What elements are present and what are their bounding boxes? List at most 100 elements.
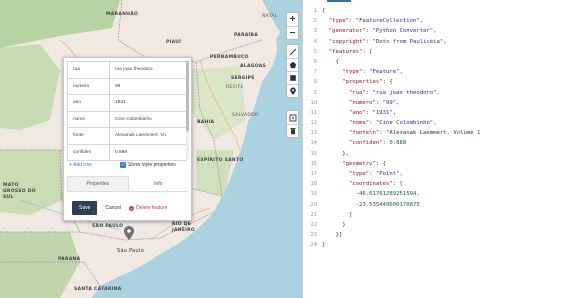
line-number: 21 <box>310 211 318 218</box>
property-key-field[interactable]: confiden <box>67 143 110 161</box>
table-row: ano 1931 <box>67 94 187 112</box>
table-row: fonte Alexanak Laemmert. Vo <box>67 127 187 145</box>
line-number: 11 <box>310 109 318 116</box>
add-row-link[interactable]: + Add row <box>69 162 91 168</box>
draw-line-icon[interactable] <box>287 45 298 58</box>
map-label-bahia: BAHIA <box>197 120 215 125</box>
code-line[interactable]: "ano": "1931", <box>322 108 579 118</box>
map-label-parana: PARANÁ <box>58 257 81 262</box>
code-line[interactable]: { <box>322 6 579 16</box>
line-number: 20 <box>310 201 318 208</box>
property-value-field[interactable]: 99 <box>109 77 187 95</box>
table-row: numero 99 <box>67 77 187 95</box>
property-key-field[interactable]: fonte <box>67 127 110 145</box>
popup-scrollbar-thumb[interactable] <box>186 61 189 131</box>
line-number-gutter: 1 2 3 4 5 6 7 8 9 10 11 12 13 14 15 16 17 18 19 20 21 22 23 24 <box>303 6 318 251</box>
code-line[interactable]: { <box>322 57 579 67</box>
checkbox-checked-icon[interactable]: ✓ <box>120 162 126 168</box>
code-line[interactable]: "properties": { <box>322 77 579 87</box>
code-line[interactable]: "confiden": 0.888 <box>322 138 579 148</box>
property-key-field[interactable]: ano <box>67 94 110 112</box>
show-style-label: Show style properties <box>128 162 176 168</box>
delete-layers-icon[interactable] <box>287 124 298 137</box>
line-number: 23 <box>310 232 318 239</box>
popup-tabs: Properties Info <box>67 176 188 192</box>
map-pane[interactable]: MARANHÃO PIAUÍ PARAÍBA PERNAMBUCO ALAGOA… <box>0 0 302 298</box>
line-number: 7 <box>313 69 317 76</box>
property-key-field[interactable]: numero <box>67 77 110 95</box>
draw-marker-icon[interactable] <box>287 84 298 97</box>
delete-feature-label: Delete feature <box>135 205 168 211</box>
line-number: 1 <box>313 8 317 14</box>
code-line[interactable]: }, <box>322 149 579 159</box>
cancel-button[interactable]: Cancel <box>103 201 123 215</box>
map-label-piaui: PIAUÍ <box>166 40 182 45</box>
property-value-field[interactable]: rua joao theodoro <box>109 61 187 79</box>
code-line[interactable]: } <box>322 240 579 250</box>
map-label-sao-paulo-city: São Paulo <box>117 248 145 254</box>
line-number: 17 <box>310 171 318 177</box>
property-key-field[interactable]: rua <box>67 61 110 79</box>
map-label-santa-catarina: SANTA CATARINA <box>74 287 122 292</box>
properties-table: rua rua joao theodoro numero 99 ano 1931… <box>67 61 187 161</box>
code-line[interactable]: "nome": "Cine Colombinho", <box>322 118 579 128</box>
code-line[interactable]: "geometry": { <box>322 159 579 169</box>
line-number: 16 <box>310 160 318 167</box>
line-number: 6 <box>313 58 317 65</box>
line-number: 13 <box>310 130 318 137</box>
editor-tab-indicator <box>327 0 351 2</box>
code-line[interactable]: -23.535449606170875 <box>322 200 579 210</box>
code-line[interactable]: "numero": "99", <box>322 98 579 108</box>
code-line[interactable]: "fonte\n": "Alexanak Laemmert. Volume 1 <box>322 128 579 138</box>
map-label-sao-paulo-state: SÃO PAULO <box>92 224 124 229</box>
table-row: rua rua joao theodoro <box>67 61 187 79</box>
code-line[interactable]: "coordinates": [ <box>322 179 579 189</box>
draw-polygon-icon[interactable] <box>287 58 298 71</box>
line-number: 9 <box>313 89 317 96</box>
map-label-recife: Recife <box>226 85 244 90</box>
map-label-salvador: Salvador <box>232 113 259 118</box>
code-content[interactable]: { "type": "FeatureCollection", "generato… <box>322 6 579 251</box>
table-row: confiden 0.888 <box>67 143 187 161</box>
edit-layers-icon[interactable] <box>287 111 298 124</box>
code-line[interactable]: } <box>322 220 579 230</box>
code-line[interactable]: -46.61761289251594, <box>322 189 579 199</box>
table-row: nome Cine Colombinho <box>67 110 187 128</box>
tab-properties[interactable]: Properties <box>67 176 129 191</box>
delete-feature-button[interactable]: × Delete feature <box>128 201 168 215</box>
popup-actions: Save Cancel × Delete feature <box>72 201 167 215</box>
property-key-field[interactable]: nome <box>67 110 110 128</box>
zoom-in-button[interactable]: + <box>287 13 298 26</box>
draw-rectangle-icon[interactable] <box>287 71 298 84</box>
feature-popup: rua rua joao theodoro numero 99 ano 1931… <box>63 57 192 221</box>
line-number: 22 <box>310 221 318 228</box>
map-label-natal: Natal <box>262 14 278 19</box>
zoom-out-button[interactable]: − <box>287 26 298 39</box>
code-line[interactable]: "rua": "rua joao theodoro", <box>322 88 579 98</box>
line-number: 24 <box>310 242 318 249</box>
tab-info[interactable]: Info <box>129 176 189 191</box>
save-button[interactable]: Save <box>72 201 98 215</box>
line-number: 8 <box>313 79 317 86</box>
code-line[interactable]: "copyright": "Dots from Paulicéia", <box>322 37 579 47</box>
code-line[interactable]: "features": [ <box>322 47 579 57</box>
property-value-field[interactable]: Cine Colombinho <box>109 110 187 128</box>
map-marker-icon[interactable] <box>124 226 134 240</box>
code-line[interactable]: "generator": "Python Converter", <box>322 26 579 36</box>
property-value-field[interactable]: 0.888 <box>109 143 187 161</box>
property-value-field[interactable]: Alexanak Laemmert. Vo <box>109 127 187 145</box>
zoom-control: + − <box>286 12 299 40</box>
code-line[interactable]: }] <box>322 230 579 240</box>
code-line[interactable]: "type": "Feature", <box>322 67 579 77</box>
show-style-toggle[interactable]: ✓ Show style properties <box>120 162 176 168</box>
map-label-mato-grosso-sul: MATO GROSSO DO SUL <box>3 183 36 200</box>
json-editor[interactable]: 1 2 3 4 5 6 7 8 9 10 11 12 13 14 15 16 17 18 19 20 21 22 23 24 … <box>302 0 579 298</box>
line-number: 12 <box>310 120 318 127</box>
line-number: 5 <box>313 48 317 55</box>
code-line[interactable]: "type": "Point", <box>322 169 579 179</box>
app-window: MARANHÃO PIAUÍ PARAÍBA PERNAMBUCO ALAGOA… <box>0 0 579 298</box>
code-line[interactable]: ] <box>322 210 579 220</box>
property-value-field[interactable]: 1931 <box>109 94 187 112</box>
code-line[interactable]: "type": "FeatureCollection", <box>322 16 579 26</box>
line-number: 18 <box>310 181 318 188</box>
